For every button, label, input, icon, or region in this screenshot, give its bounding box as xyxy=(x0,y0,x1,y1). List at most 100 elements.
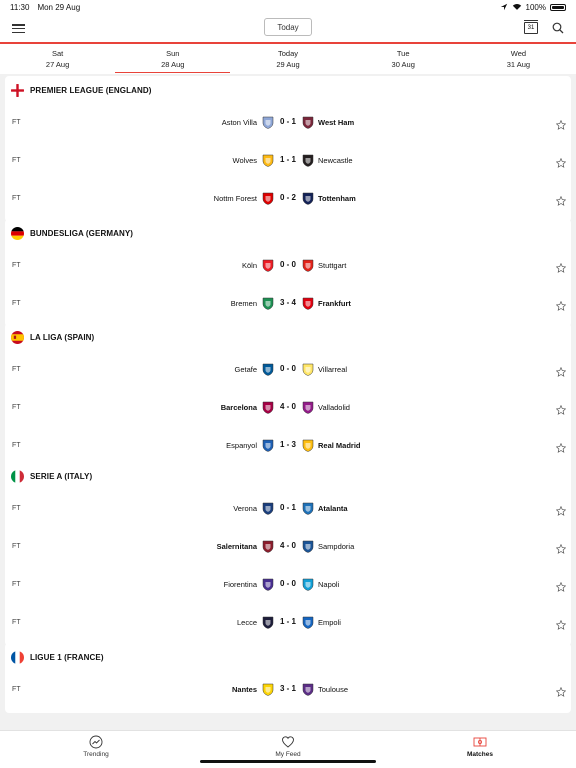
home-team-crest-icon xyxy=(262,502,274,515)
day-tab-date: 28 Aug xyxy=(161,60,185,69)
favorite-star-icon[interactable] xyxy=(555,541,567,554)
england-flag-icon xyxy=(11,83,24,97)
home-team-name: Barcelona xyxy=(220,403,257,412)
away-team-crest-icon xyxy=(302,116,314,129)
match-row[interactable]: FT Getafe 0 - 0 Villarreal xyxy=(5,351,571,389)
match-status: FT xyxy=(12,505,21,512)
away-team-crest-icon xyxy=(302,154,314,167)
day-tabs: Sat 27 Aug Sun 28 Aug Today 29 Aug Tue 30 Aug We… xyxy=(0,44,576,74)
match-row[interactable]: FT Wolves 1 - 1 Newcastle xyxy=(5,142,571,180)
league-header[interactable]: LIGUE 1 (FRANCE) xyxy=(5,643,571,671)
home-team-name: Nantes xyxy=(231,685,257,694)
day-tab-sat[interactable]: Sat 27 Aug xyxy=(0,44,115,74)
match-status: FT xyxy=(12,619,21,626)
away-team-crest-icon xyxy=(302,363,314,376)
away-team-crest-icon xyxy=(302,578,314,591)
match-row[interactable]: FT Bremen 3 - 4 Frankfurt xyxy=(5,285,571,323)
away-team-name: Stuttgart xyxy=(318,261,347,270)
favorite-star-icon[interactable] xyxy=(555,684,567,697)
away-team-name: Newcastle xyxy=(318,156,353,165)
match-score: 4 - 0 xyxy=(279,541,296,550)
match-score: 4 - 0 xyxy=(279,402,296,411)
match-status: FT xyxy=(12,442,21,449)
away-team-name: Tottenham xyxy=(318,194,356,203)
status-right: 100% xyxy=(500,3,566,12)
match-status: FT xyxy=(12,262,21,269)
match-score: 0 - 1 xyxy=(279,117,296,126)
match-row[interactable]: FT Fiorentina 0 - 0 Napoli xyxy=(5,566,571,604)
home-team-crest-icon xyxy=(262,363,274,376)
home-team-crest-icon xyxy=(262,259,274,272)
match-row[interactable]: FT Nantes 3 - 1 Toulouse xyxy=(5,671,571,709)
wifi-icon xyxy=(512,3,521,10)
away-team-crest-icon xyxy=(302,297,314,310)
league-card: PREMIER LEAGUE (ENGLAND) FT Aston Villa 0 -… xyxy=(5,76,571,222)
match-row[interactable]: FT Nottm Forest 0 - 2 Tottenham xyxy=(5,180,571,218)
away-team-name: Villarreal xyxy=(318,365,348,374)
favorite-star-icon[interactable] xyxy=(555,193,567,206)
menu-icon[interactable] xyxy=(12,24,25,33)
league-header[interactable]: PREMIER LEAGUE (ENGLAND) xyxy=(5,76,571,104)
day-tab-date: 30 Aug xyxy=(391,60,415,69)
league-header[interactable]: BUNDESLIGA (GERMANY) xyxy=(5,219,571,247)
top-bar: Today 31 xyxy=(0,14,576,42)
day-tab-day: Tue xyxy=(396,49,410,58)
league-title: PREMIER LEAGUE (ENGLAND) xyxy=(30,85,152,95)
favorite-star-icon[interactable] xyxy=(555,617,567,630)
home-team-name: Wolves xyxy=(232,156,257,165)
home-team-name: Lecce xyxy=(236,618,257,627)
away-team-crest-icon xyxy=(302,259,314,272)
today-button[interactable]: Today xyxy=(264,18,312,36)
home-team-name: Salernitana xyxy=(216,542,257,551)
league-header[interactable]: LA LIGA (SPAIN) xyxy=(5,323,571,351)
favorite-star-icon[interactable] xyxy=(555,298,567,311)
match-row[interactable]: FT Salernitana 4 - 0 Sampdoria xyxy=(5,528,571,566)
calendar-icon[interactable]: 31 xyxy=(524,20,538,34)
match-row[interactable]: FT Köln 0 - 0 Stuttgart xyxy=(5,247,571,285)
italy-flag-icon xyxy=(11,469,24,483)
match-row[interactable]: FT Lecce 1 - 1 Empoli xyxy=(5,604,571,642)
favorite-star-icon[interactable] xyxy=(555,440,567,453)
search-icon[interactable] xyxy=(552,22,564,34)
day-tab-sun[interactable]: Sun 28 Aug xyxy=(115,44,231,74)
match-status: FT xyxy=(12,581,21,588)
league-header[interactable]: SERIE A (ITALY) xyxy=(5,462,571,490)
away-team-name: Real Madrid xyxy=(318,441,361,450)
match-row[interactable]: FT Verona 0 - 1 Atalanta xyxy=(5,490,571,528)
tab-trending[interactable]: Trending xyxy=(0,731,192,768)
day-tab-today[interactable]: Today 29 Aug xyxy=(230,44,345,74)
home-team-crest-icon xyxy=(262,401,274,414)
match-score: 1 - 1 xyxy=(279,155,296,164)
match-status: FT xyxy=(12,300,21,307)
trending-icon xyxy=(89,735,103,749)
location-icon xyxy=(500,3,507,11)
match-row[interactable]: FT Barcelona 4 - 0 Valladolid xyxy=(5,389,571,427)
match-score: 0 - 1 xyxy=(279,503,296,512)
tab-matches[interactable]: Matches xyxy=(384,731,576,768)
favorite-star-icon[interactable] xyxy=(555,117,567,130)
match-score: 0 - 0 xyxy=(279,260,296,269)
day-tab-tue[interactable]: Tue 30 Aug xyxy=(346,44,461,74)
favorite-star-icon[interactable] xyxy=(555,364,567,377)
away-team-name: West Ham xyxy=(318,118,355,127)
tab-label: Matches xyxy=(466,751,493,758)
favorite-star-icon[interactable] xyxy=(555,260,567,273)
away-team-crest-icon xyxy=(302,616,314,629)
favorite-star-icon[interactable] xyxy=(555,402,567,415)
match-status: FT xyxy=(12,686,21,693)
league-title: LA LIGA (SPAIN) xyxy=(30,332,95,342)
match-row[interactable]: FT Aston Villa 0 - 1 West Ham xyxy=(5,104,571,142)
germany-flag-icon xyxy=(11,226,24,240)
day-tab-wed[interactable]: Wed 31 Aug xyxy=(461,44,576,74)
match-row[interactable]: FT Espanyol 1 - 3 Real Madrid xyxy=(5,427,571,465)
favorite-star-icon[interactable] xyxy=(555,579,567,592)
favorite-star-icon[interactable] xyxy=(555,503,567,516)
league-card: BUNDESLIGA (GERMANY) FT Köln 0 - 0 Stuttgart… xyxy=(5,219,571,327)
favorite-star-icon[interactable] xyxy=(555,155,567,168)
match-score: 0 - 0 xyxy=(279,579,296,588)
match-status: FT xyxy=(12,404,21,411)
day-tab-date: 27 Aug xyxy=(45,60,70,69)
away-team-name: Napoli xyxy=(318,580,340,589)
match-status: FT xyxy=(12,195,21,202)
away-team-name: Sampdoria xyxy=(318,542,355,551)
